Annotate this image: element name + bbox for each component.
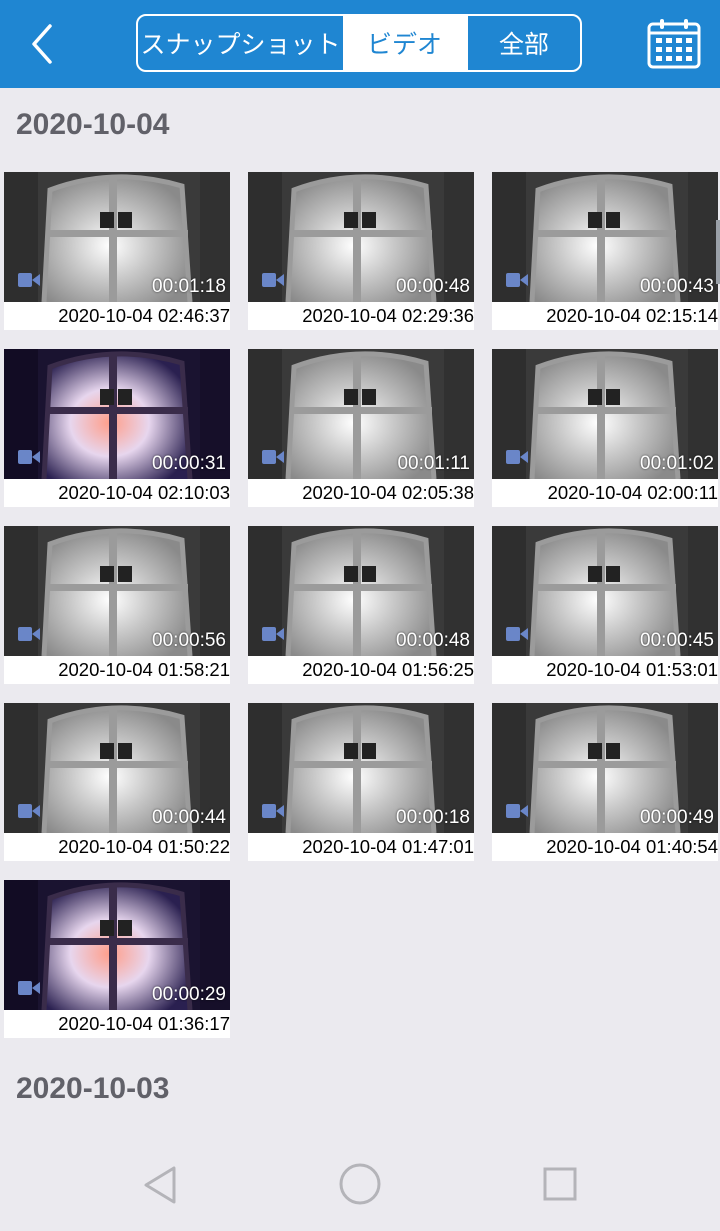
media-type-tabs: スナップショット ビデオ 全部 xyxy=(136,14,582,72)
chevron-left-icon xyxy=(32,24,52,64)
video-timestamp: 2020-10-04 01:56:25 xyxy=(248,656,474,684)
video-duration: 00:00:45 xyxy=(640,630,714,651)
video-timestamp: 2020-10-04 02:15:14 xyxy=(492,302,718,330)
square-recents-icon xyxy=(543,1167,577,1201)
video-timestamp: 2020-10-04 01:47:01 xyxy=(248,833,474,861)
date-header: 2020-10-03 xyxy=(16,1072,170,1105)
video-timestamp: 2020-10-04 01:40:54 xyxy=(492,833,718,861)
video-duration: 00:00:29 xyxy=(152,984,226,1005)
video-item[interactable]: 00:01:18 2020-10-04 02:46:37 xyxy=(4,172,230,330)
video-item[interactable]: 00:00:45 2020-10-04 01:53:01 xyxy=(492,526,718,684)
video-item[interactable]: 00:00:43 2020-10-04 02:15:14 xyxy=(492,172,718,330)
video-item[interactable]: 00:00:48 2020-10-04 02:29:36 xyxy=(248,172,474,330)
video-thumbnail: 00:00:48 xyxy=(248,526,474,656)
tab-all[interactable]: 全部 xyxy=(466,16,580,70)
triangle-back-icon xyxy=(144,1166,176,1204)
video-thumbnail: 00:00:48 xyxy=(248,172,474,302)
video-thumbnail: 00:00:31 xyxy=(4,349,230,479)
video-item[interactable]: 00:01:02 2020-10-04 02:00:11 xyxy=(492,349,718,507)
video-timestamp: 2020-10-04 01:53:01 xyxy=(492,656,718,684)
video-camera-icon xyxy=(18,980,40,996)
video-timestamp: 2020-10-04 01:50:22 xyxy=(4,833,230,861)
video-timestamp: 2020-10-04 02:29:36 xyxy=(248,302,474,330)
date-header: 2020-10-04 xyxy=(16,108,170,141)
video-thumbnail: 00:01:18 xyxy=(4,172,230,302)
video-timestamp: 2020-10-04 02:46:37 xyxy=(4,302,230,330)
video-duration: 00:00:43 xyxy=(640,276,714,297)
video-duration: 00:00:44 xyxy=(152,807,226,828)
video-item[interactable]: 00:00:44 2020-10-04 01:50:22 xyxy=(4,703,230,861)
circle-home-icon xyxy=(339,1163,381,1205)
video-camera-icon xyxy=(262,626,284,642)
video-item[interactable]: 00:00:18 2020-10-04 01:47:01 xyxy=(248,703,474,861)
video-timestamp: 2020-10-04 01:36:17 xyxy=(4,1010,230,1038)
calendar-button[interactable] xyxy=(646,18,702,70)
video-camera-icon xyxy=(18,626,40,642)
video-camera-icon xyxy=(18,272,40,288)
nav-home-button[interactable] xyxy=(338,1162,382,1210)
video-camera-icon xyxy=(18,449,40,465)
video-item[interactable]: 00:01:11 2020-10-04 02:05:38 xyxy=(248,349,474,507)
video-duration: 00:01:18 xyxy=(152,276,226,297)
video-thumbnail: 00:00:29 xyxy=(4,880,230,1010)
video-item[interactable]: 00:00:31 2020-10-04 02:10:03 xyxy=(4,349,230,507)
video-timestamp: 2020-10-04 01:58:21 xyxy=(4,656,230,684)
video-item[interactable]: 00:00:29 2020-10-04 01:36:17 xyxy=(4,880,230,1038)
video-duration: 00:00:31 xyxy=(152,453,226,474)
video-thumbnail: 00:00:43 xyxy=(492,172,718,302)
video-item[interactable]: 00:00:48 2020-10-04 01:56:25 xyxy=(248,526,474,684)
video-duration: 00:01:11 xyxy=(397,453,470,474)
video-thumbnail: 00:00:45 xyxy=(492,526,718,656)
video-item[interactable]: 00:00:56 2020-10-04 01:58:21 xyxy=(4,526,230,684)
video-camera-icon xyxy=(506,626,528,642)
top-bar: スナップショット ビデオ 全部 xyxy=(0,0,720,88)
video-duration: 00:00:49 xyxy=(640,807,714,828)
video-camera-icon xyxy=(506,803,528,819)
tab-snapshot[interactable]: スナップショット xyxy=(138,16,343,70)
tab-video[interactable]: ビデオ xyxy=(343,16,466,70)
video-thumbnail: 00:00:18 xyxy=(248,703,474,833)
video-thumbnail: 00:00:56 xyxy=(4,526,230,656)
video-camera-icon xyxy=(506,449,528,465)
video-camera-icon xyxy=(506,272,528,288)
video-duration: 00:01:02 xyxy=(640,453,714,474)
video-duration: 00:00:48 xyxy=(396,630,470,651)
video-camera-icon xyxy=(262,272,284,288)
video-thumbnail: 00:01:02 xyxy=(492,349,718,479)
video-thumbnail: 00:00:44 xyxy=(4,703,230,833)
video-camera-icon xyxy=(18,803,40,819)
scrollbar[interactable] xyxy=(716,220,720,284)
video-timestamp: 2020-10-04 02:10:03 xyxy=(4,479,230,507)
video-duration: 00:00:56 xyxy=(152,630,226,651)
back-button[interactable] xyxy=(22,20,66,68)
calendar-icon xyxy=(647,19,701,69)
video-camera-icon xyxy=(262,803,284,819)
nav-recents-button[interactable] xyxy=(542,1166,578,1206)
video-camera-icon xyxy=(262,449,284,465)
video-item[interactable]: 00:00:49 2020-10-04 01:40:54 xyxy=(492,703,718,861)
video-timestamp: 2020-10-04 02:00:11 xyxy=(492,479,718,507)
video-duration: 00:00:48 xyxy=(396,276,470,297)
nav-back-button[interactable] xyxy=(140,1164,180,1210)
video-duration: 00:00:18 xyxy=(396,807,470,828)
video-timestamp: 2020-10-04 02:05:38 xyxy=(248,479,474,507)
video-thumbnail: 00:00:49 xyxy=(492,703,718,833)
system-nav-bar xyxy=(0,1140,720,1231)
video-thumbnail: 00:01:11 xyxy=(248,349,474,479)
